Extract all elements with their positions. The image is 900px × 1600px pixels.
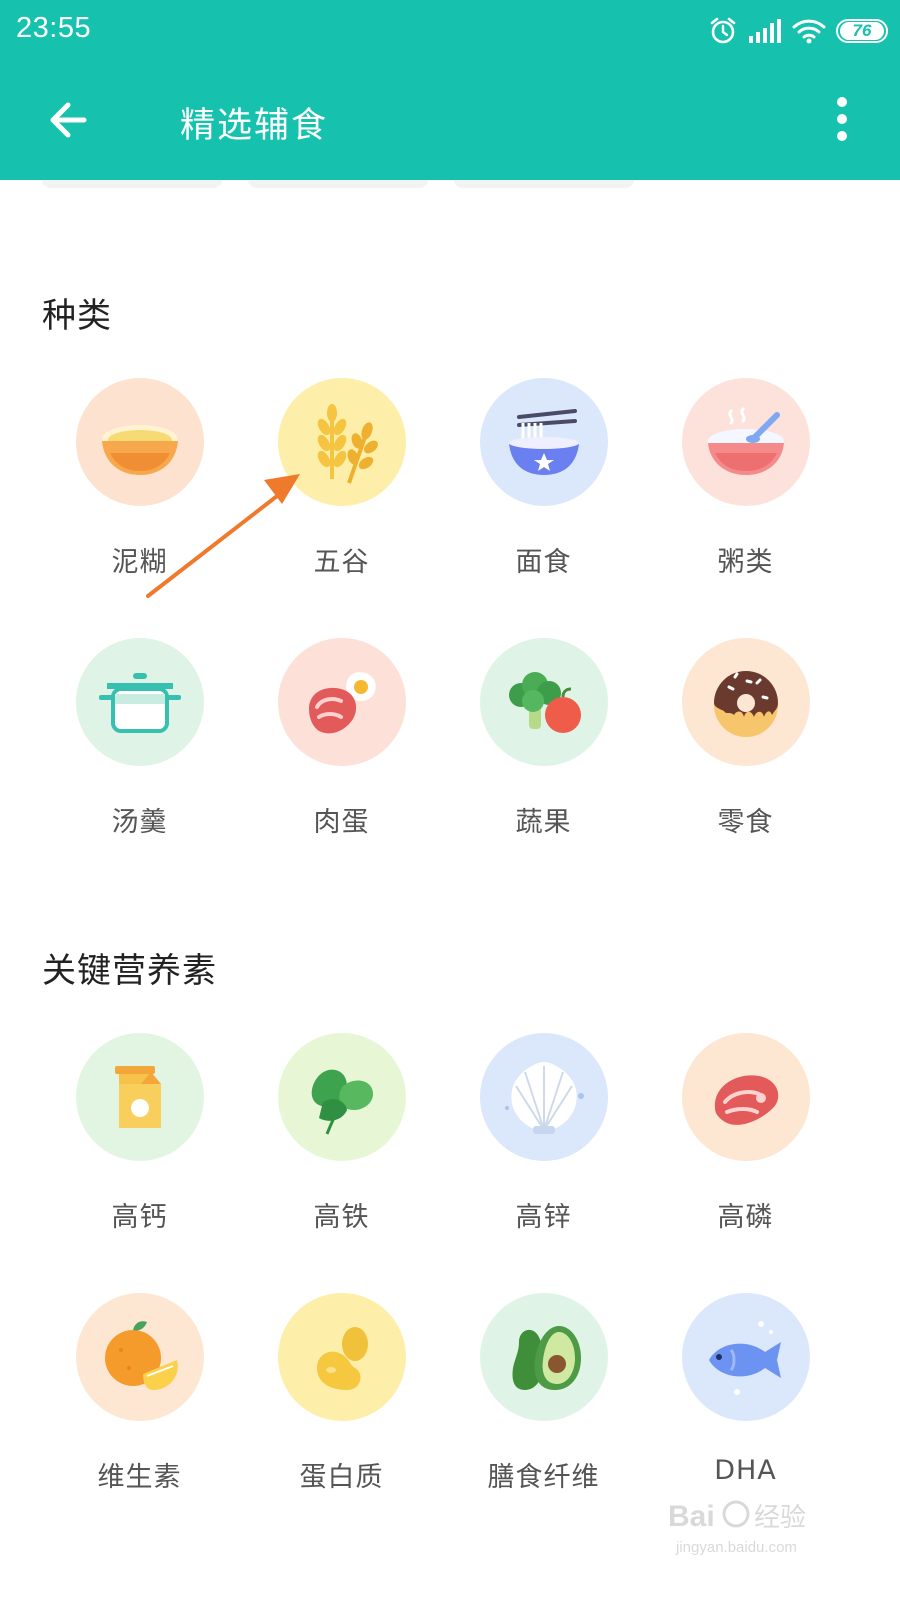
- nutrient-item-protein[interactable]: 蛋白质: [238, 1293, 445, 1533]
- category-label: 零食: [717, 807, 774, 838]
- nutrient-item-dha[interactable]: DHA: [642, 1293, 849, 1533]
- more-button[interactable]: [830, 90, 854, 150]
- donut-icon: [682, 638, 810, 766]
- orange-icon: [76, 1293, 204, 1421]
- nutrient-item-iron[interactable]: 高铁: [238, 1033, 445, 1273]
- svg-text:jingyan.baidu.com: jingyan.baidu.com: [675, 1539, 797, 1556]
- back-button[interactable]: [40, 90, 100, 150]
- category-item-veg-fruit[interactable]: 蔬果: [440, 638, 647, 878]
- fish-icon: [682, 1293, 810, 1421]
- wheat-icon: [278, 378, 406, 506]
- category-item-porridge[interactable]: 粥类: [642, 378, 849, 618]
- category-label: 汤羹: [111, 807, 168, 838]
- porridge-bowl-icon: [682, 378, 810, 506]
- broccoli-apple-icon: [480, 638, 608, 766]
- category-item-noodles[interactable]: 面食: [440, 378, 647, 618]
- meat-egg-icon: [278, 638, 406, 766]
- nutrient-item-fiber[interactable]: 膳食纤维: [440, 1293, 647, 1533]
- category-item-snacks[interactable]: 零食: [642, 638, 849, 878]
- milk-carton-icon: [76, 1033, 204, 1161]
- app-bar: 精选辅食: [0, 64, 900, 180]
- nutrient-label: 高锌: [515, 1202, 572, 1233]
- steak-icon: [682, 1033, 810, 1161]
- category-item-puree[interactable]: 泥糊: [36, 378, 243, 618]
- nutrient-label: 蛋白质: [299, 1462, 384, 1493]
- nutrient-label: DHA: [714, 1455, 777, 1486]
- signal-icon: [748, 18, 782, 44]
- nutrient-item-vitamin[interactable]: 维生素: [36, 1293, 243, 1533]
- nutrient-label: 高钙: [111, 1202, 168, 1233]
- more-vertical-icon: [830, 97, 854, 141]
- category-item-grains[interactable]: 五谷: [238, 378, 445, 618]
- nutrient-item-calcium[interactable]: 高钙: [36, 1033, 243, 1273]
- nutrient-label: 维生素: [97, 1462, 182, 1493]
- alarm-icon: [708, 16, 738, 46]
- category-label: 蔬果: [515, 807, 572, 838]
- section-title-nutrients: 关键营养素: [42, 951, 217, 991]
- category-label: 五谷: [313, 547, 370, 578]
- status-time: 23:55: [16, 12, 92, 44]
- shell-icon: [480, 1033, 608, 1161]
- category-label: 面食: [515, 547, 572, 578]
- nutrient-label: 高磷: [717, 1202, 774, 1233]
- spinach-icon: [278, 1033, 406, 1161]
- status-icons: 76: [708, 14, 888, 48]
- nutrient-item-zinc[interactable]: 高锌: [440, 1033, 647, 1273]
- avocado-icon: [480, 1293, 608, 1421]
- category-item-soup[interactable]: 汤羹: [36, 638, 243, 878]
- beans-icon: [278, 1293, 406, 1421]
- page-title: 精选辅食: [180, 106, 329, 146]
- soup-pot-icon: [76, 638, 204, 766]
- category-item-meat-egg[interactable]: 肉蛋: [238, 638, 445, 878]
- section-title-categories: 种类: [42, 296, 112, 336]
- battery-icon: 76: [836, 19, 888, 43]
- nutrient-item-phosphorus[interactable]: 高磷: [642, 1033, 849, 1273]
- status-bar: 23:55 76: [0, 0, 900, 64]
- arrow-left-icon: [50, 102, 87, 138]
- category-label: 肉蛋: [313, 807, 370, 838]
- battery-level: 76: [840, 22, 884, 40]
- category-label: 粥类: [717, 547, 774, 578]
- nutrient-label: 高铁: [313, 1202, 370, 1233]
- tab-strip-remnant: [0, 180, 900, 192]
- nutrient-label: 膳食纤维: [487, 1462, 600, 1493]
- noodle-bowl-icon: [480, 378, 608, 506]
- puree-bowl-icon: [76, 378, 204, 506]
- wifi-icon: [792, 18, 826, 44]
- category-label: 泥糊: [111, 547, 168, 578]
